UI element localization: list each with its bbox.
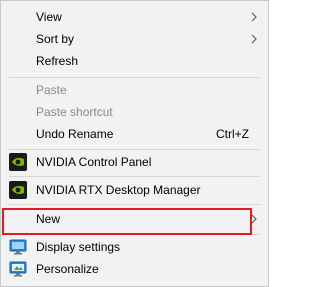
menu-separator — [9, 149, 260, 150]
nvidia-icon — [9, 181, 27, 199]
highlight-box — [2, 208, 252, 235]
menu-item-label: Sort by — [36, 32, 75, 46]
menu-item-shortcut: Ctrl+Z — [216, 127, 249, 141]
menu-item-label: Display settings — [36, 240, 121, 254]
menu-item-label: Paste — [36, 83, 67, 97]
desktop-context-menu: View Sort by Refresh Paste Paste shortcu… — [0, 0, 269, 287]
menu-item-view[interactable]: View — [1, 6, 268, 28]
personalize-icon — [9, 261, 27, 277]
menu-item-label: Paste shortcut — [36, 105, 113, 119]
menu-item-display-settings[interactable]: Display settings — [1, 236, 268, 258]
menu-item-label: NVIDIA RTX Desktop Manager — [36, 183, 201, 197]
menu-item-label: Refresh — [36, 54, 79, 68]
menu-item-label: Undo Rename — [36, 127, 114, 141]
menu-item-paste: Paste — [1, 79, 268, 101]
chevron-right-icon — [251, 34, 257, 44]
menu-item-label: NVIDIA Control Panel — [36, 155, 152, 169]
menu-separator — [9, 176, 260, 177]
menu-separator — [9, 77, 260, 78]
nvidia-icon — [9, 153, 27, 171]
menu-separator — [9, 204, 260, 205]
menu-item-sort-by[interactable]: Sort by — [1, 28, 268, 50]
menu-item-refresh[interactable]: Refresh — [1, 50, 268, 72]
chevron-right-icon — [251, 12, 257, 22]
menu-item-personalize[interactable]: Personalize — [1, 258, 268, 280]
menu-item-undo-rename[interactable]: Undo Rename Ctrl+Z — [1, 123, 268, 145]
menu-item-label: Personalize — [36, 262, 99, 276]
menu-item-nvidia-rtx-desktop-manager[interactable]: NVIDIA RTX Desktop Manager — [1, 179, 268, 201]
menu-item-paste-shortcut: Paste shortcut — [1, 101, 268, 123]
display-icon — [9, 239, 27, 255]
menu-item-label: View — [36, 10, 62, 24]
menu-item-nvidia-control-panel[interactable]: NVIDIA Control Panel — [1, 151, 268, 173]
